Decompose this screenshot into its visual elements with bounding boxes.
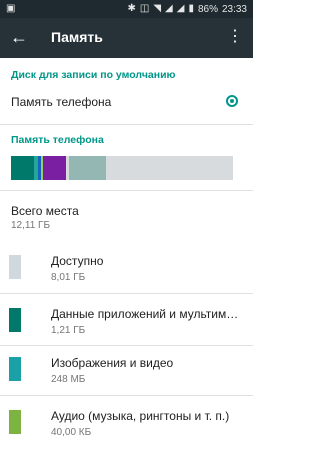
signal-icon: ◢ — [165, 3, 173, 14]
list-item-audio[interactable]: Аудио (музыка, рингтоны и т. п.) 40,00 К… — [0, 398, 253, 446]
battery-icon: ▮ — [188, 3, 194, 14]
item-value: 1,21 ГБ — [51, 325, 86, 336]
notification-image-icon: ▣ — [6, 3, 16, 14]
images-video-color-swatch — [9, 357, 21, 381]
item-value: 40,00 КБ — [51, 427, 92, 438]
audio-color-swatch — [9, 410, 21, 434]
divider — [0, 124, 253, 125]
available-color-swatch — [9, 255, 21, 279]
item-title: Данные приложений и мультимед... — [51, 307, 243, 321]
total-space-label: Всего места — [11, 204, 79, 218]
back-arrow-icon[interactable]: ← — [10, 26, 28, 48]
signal-2-icon: ◢ — [176, 3, 185, 14]
clock: 23:33 — [221, 3, 247, 15]
more-options-icon[interactable]: ⋮ — [227, 25, 243, 49]
list-item-available[interactable]: Доступно 8,01 ГБ — [0, 243, 253, 291]
wifi-icon: ◥ — [153, 3, 162, 14]
divider — [0, 395, 253, 396]
item-value: 248 МБ — [51, 374, 86, 385]
item-title: Доступно — [51, 254, 104, 268]
usage-segment — [105, 156, 233, 180]
usage-segment — [11, 156, 35, 180]
status-icons: ✱ ◫ ◥ ◢ ◢ ▮ 86% 23:33 — [127, 3, 247, 15]
usage-segment — [43, 156, 67, 180]
divider — [0, 190, 253, 191]
total-space-value: 12,11 ГБ — [11, 220, 51, 231]
status-bar: ▣ ✱ ◫ ◥ ◢ ◢ ▮ 86% 23:33 — [0, 0, 253, 18]
item-title: Изображения и видео — [51, 356, 174, 370]
list-item-images-video[interactable]: Изображения и видео 248 МБ — [0, 345, 253, 393]
vibrate-icon: ◫ — [139, 3, 150, 14]
item-value: 8,01 ГБ — [51, 272, 86, 283]
default-disk-option[interactable]: Память телефона — [0, 84, 253, 118]
default-disk-option-label: Память телефона — [11, 95, 112, 109]
usage-segment — [68, 156, 106, 180]
battery-percent: 86% — [197, 3, 218, 15]
item-title: Аудио (музыка, рингтоны и т. п.) — [51, 409, 230, 423]
default-disk-header: Диск для записи по умолчанию — [11, 69, 176, 81]
storage-usage-bar — [11, 156, 242, 180]
app-bar: ← Память ⋮ — [0, 18, 253, 58]
radio-selected[interactable] — [226, 95, 238, 107]
divider — [0, 293, 253, 294]
bluetooth-icon: ✱ — [127, 3, 136, 14]
list-item-app-data[interactable]: Данные приложений и мультимед... 1,21 ГБ — [0, 296, 253, 344]
app-data-color-swatch — [9, 308, 21, 332]
phone-storage-header: Память телефона — [11, 134, 104, 146]
page-title: Память — [51, 29, 103, 45]
